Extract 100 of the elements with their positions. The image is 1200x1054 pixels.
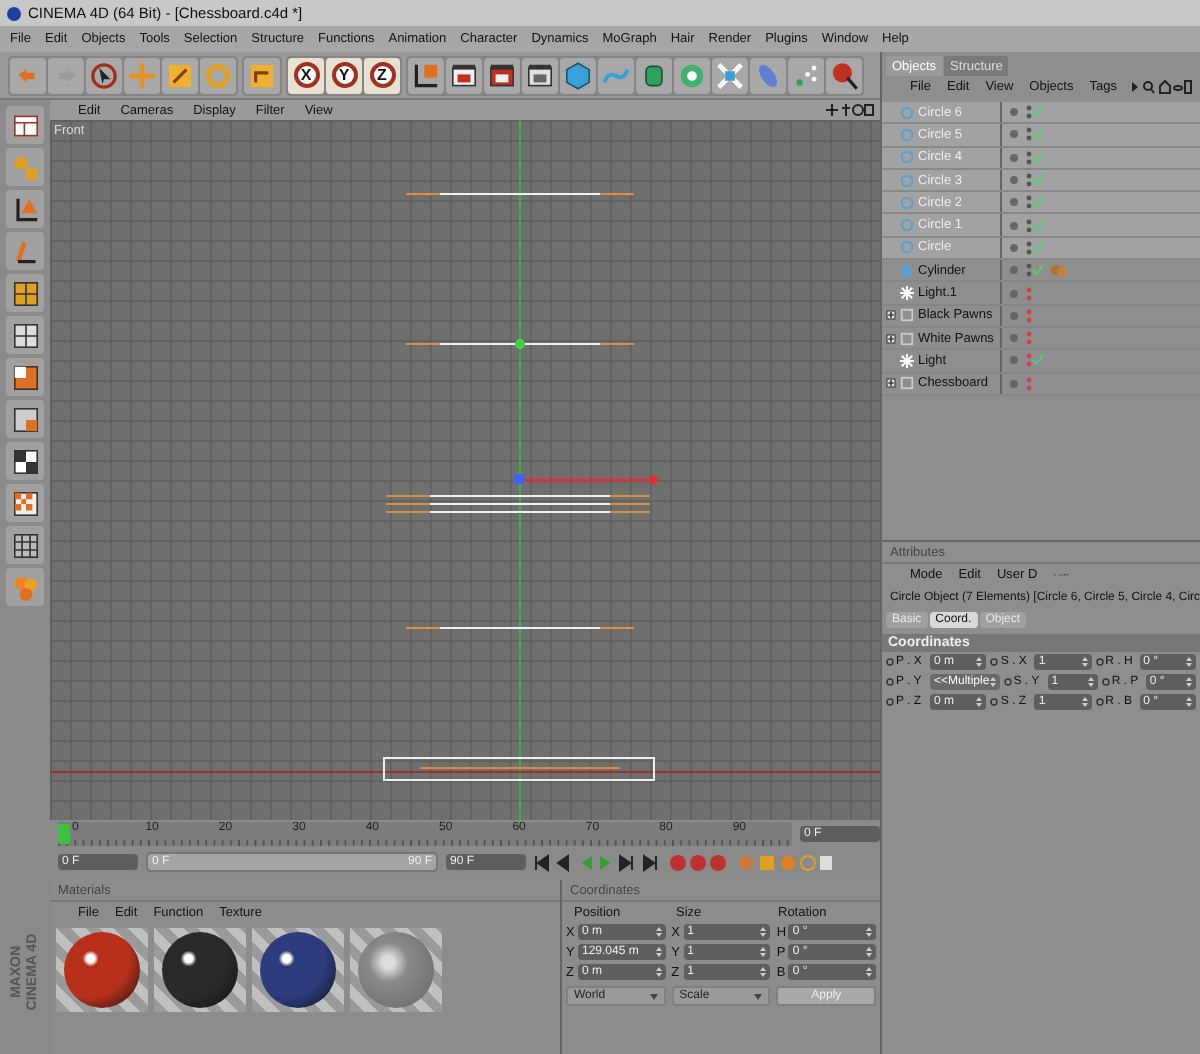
visibility-dots-icon[interactable]	[1026, 149, 1032, 166]
expand-icon[interactable]	[886, 333, 896, 344]
square-icon[interactable]	[246, 59, 278, 91]
polygon-icon[interactable]	[9, 277, 41, 309]
clapper-icon[interactable]	[486, 59, 518, 91]
visibility-dots-icon[interactable]	[1026, 126, 1032, 143]
visibility-dots-icon[interactable]	[1026, 352, 1032, 369]
check-icon[interactable]	[1032, 128, 1044, 141]
spinner-icon[interactable]	[760, 946, 767, 958]
spinner-icon[interactable]	[760, 926, 767, 938]
spinner-icon[interactable]	[1185, 656, 1192, 668]
help-icon[interactable]	[828, 59, 860, 91]
check-icon[interactable]	[1032, 151, 1044, 164]
visibility-dots-icon[interactable]	[1026, 172, 1032, 189]
spinner-icon[interactable]	[655, 966, 662, 978]
axis-lock-button[interactable]: Y	[326, 57, 362, 93]
visibility-dots-icon[interactable]	[1026, 217, 1032, 234]
checker-icon[interactable]	[9, 487, 41, 519]
expand-icon[interactable]	[886, 310, 896, 321]
keyframe-dot-icon[interactable]	[886, 658, 894, 666]
playback-controls-icon[interactable]	[534, 853, 834, 871]
visibility-dots-icon[interactable]	[1026, 285, 1032, 302]
visibility-dots-icon[interactable]	[1026, 104, 1032, 121]
check-icon[interactable]	[1032, 174, 1044, 187]
cylinder-icon	[900, 263, 914, 278]
check-icon[interactable]	[1032, 264, 1044, 277]
circle-icon	[900, 195, 914, 210]
toolbar-icons[interactable]	[1132, 79, 1193, 93]
keyframe-dot-icon[interactable]	[990, 698, 999, 706]
visibility-dots-icon[interactable]	[1026, 375, 1032, 392]
spinner-icon[interactable]	[655, 946, 662, 958]
circle-icon	[900, 127, 914, 142]
circle-icon	[900, 240, 914, 255]
spinner-icon[interactable]	[655, 926, 662, 938]
spinner-icon[interactable]	[1087, 676, 1094, 688]
visibility-dots-icon[interactable]	[1026, 239, 1032, 256]
axis-lock-button[interactable]: Z	[364, 57, 400, 93]
circle-icon	[900, 173, 914, 188]
layer-dot-icon	[1010, 356, 1018, 365]
layer-dot-icon	[1010, 198, 1018, 207]
layer-dot-icon	[1010, 334, 1018, 343]
layer-dot-icon	[1010, 176, 1018, 185]
keyframe-dot-icon[interactable]	[1101, 678, 1110, 686]
flower-icon[interactable]	[676, 59, 708, 91]
check-icon[interactable]	[1032, 241, 1044, 254]
layer-dot-icon	[1010, 266, 1018, 275]
visibility-dots-icon[interactable]	[1026, 307, 1032, 324]
keyframe-dot-icon[interactable]	[1095, 658, 1104, 666]
clapper-icon[interactable]	[524, 59, 556, 91]
spinner-icon[interactable]	[1081, 696, 1088, 708]
spinner-icon[interactable]	[976, 656, 983, 668]
visibility-dots-icon[interactable]	[1026, 330, 1032, 347]
spinner-icon[interactable]	[989, 676, 996, 688]
spinner-icon[interactable]	[866, 946, 872, 958]
navigation-icons[interactable]	[826, 104, 874, 116]
scale-icon[interactable]	[164, 59, 196, 91]
visibility-dots-icon[interactable]	[1026, 194, 1032, 211]
spinner-icon[interactable]	[976, 696, 983, 708]
keyframe-dot-icon[interactable]	[1095, 698, 1104, 706]
layer-dot-icon	[1010, 221, 1018, 230]
cube-icon[interactable]	[562, 59, 594, 91]
spinner-icon[interactable]	[760, 966, 767, 978]
grid-icon[interactable]	[9, 319, 41, 351]
axis-lock-button[interactable]: X	[288, 57, 324, 93]
expand-icon[interactable]	[886, 378, 896, 389]
keyframe-dot-icon[interactable]	[990, 658, 999, 666]
layer-dot-icon	[1010, 130, 1018, 139]
spinner-icon[interactable]	[1081, 656, 1088, 668]
spinner-icon[interactable]	[1186, 676, 1192, 688]
deformer-icon[interactable]	[714, 59, 746, 91]
clapper-icon[interactable]	[448, 59, 480, 91]
uv-icon[interactable]	[9, 403, 41, 435]
layer-dot-icon	[1010, 311, 1018, 320]
spinner-icon[interactable]	[866, 926, 872, 938]
spinner-icon[interactable]	[866, 966, 872, 978]
checker-icon[interactable]	[9, 445, 41, 477]
grid-icon[interactable]	[9, 529, 41, 561]
keyframe-dot-icon[interactable]	[886, 678, 894, 686]
caret-icon[interactable]	[649, 993, 658, 999]
circle-icon	[900, 218, 914, 233]
axis-icon[interactable]	[410, 59, 442, 91]
layer-dot-icon	[1010, 379, 1018, 388]
circle-icon	[900, 105, 914, 120]
null-object-icon	[900, 376, 914, 391]
layer-dot-icon	[1010, 289, 1018, 298]
keyframe-dot-icon[interactable]	[886, 698, 894, 706]
spinner-icon[interactable]	[1185, 696, 1192, 708]
light-icon	[900, 286, 914, 301]
cursor-icon[interactable]	[88, 59, 120, 91]
layer-dot-icon	[1010, 108, 1018, 117]
check-icon[interactable]	[1032, 354, 1044, 367]
app-logo-icon	[6, 5, 22, 21]
check-icon[interactable]	[1032, 106, 1044, 119]
texture-icon[interactable]	[9, 361, 41, 393]
keyframe-dot-icon[interactable]	[1003, 678, 1012, 686]
visibility-dots-icon[interactable]	[1026, 262, 1032, 279]
check-icon[interactable]	[1032, 196, 1044, 209]
light-icon	[900, 353, 914, 368]
check-icon[interactable]	[1032, 219, 1044, 232]
caret-icon[interactable]	[754, 993, 763, 999]
